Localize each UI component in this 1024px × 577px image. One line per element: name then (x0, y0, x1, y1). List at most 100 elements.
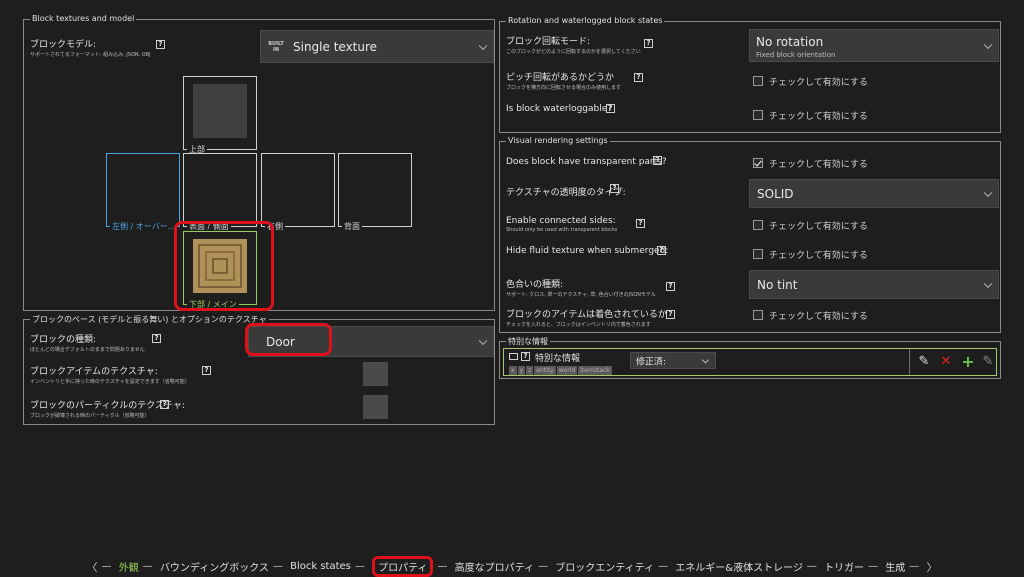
special-info-chips: x y z entity world itemstack (509, 365, 613, 375)
texture-slot-top[interactable]: 上部 (183, 76, 257, 155)
built-in-badge: BUILT IN (268, 41, 284, 53)
edit-pencil-icon[interactable]: ✎ (914, 349, 934, 375)
nav-item-advanced-properties[interactable]: 高度なプロパティ (455, 559, 534, 574)
texture-slot-front[interactable]: 表面 / 側面 (183, 153, 257, 232)
checkbox-box[interactable] (753, 249, 763, 259)
item-tint-label: ブロックのアイテムは着色されているか (506, 310, 667, 320)
nav-item-block-entity[interactable]: ブロックエンティティ (555, 559, 654, 574)
help-icon[interactable]: ? (610, 184, 619, 193)
checkbox-box[interactable] (753, 220, 763, 230)
chip-entity: entity (534, 366, 556, 375)
edit-pencil-icon-secondary[interactable]: ✎ (978, 349, 998, 375)
nav-item-bounding-box[interactable]: バウンディングボックス (160, 559, 269, 574)
nav-item-energy-fluid-storage[interactable]: エネルギー&液体ストレージ (675, 559, 803, 574)
rotation-mode-select[interactable]: No rotation Fixed block orientation (749, 29, 999, 62)
nav-prev-chevron-icon[interactable]: 〈 (87, 559, 98, 575)
help-icon[interactable]: ? (636, 219, 645, 228)
help-icon[interactable]: ? (202, 366, 211, 375)
checkbox-label: チェックして有効にする (769, 160, 868, 170)
texture-slot-left-label: 左側 / オーバー... (110, 221, 178, 232)
block-model-sublabel: サポートされてるフォーマット: 組み込み, JSON, OBJ (30, 52, 151, 58)
block-model-value: Single texture (293, 39, 378, 54)
nav-item-block-states[interactable]: Block states (290, 561, 351, 572)
tint-label-row: 色合いの種類: サポート: クロス, 単一のテクスチャ, 草, 色合い付きのJS… (506, 277, 656, 298)
tint-type-label: 色合いの種類: (506, 280, 564, 290)
help-icon[interactable]: ? (521, 352, 530, 361)
monitor-icon (509, 353, 518, 360)
checkbox-box[interactable] (753, 158, 763, 168)
section-legend: Visual rendering settings (506, 136, 610, 145)
item-texture-label-row: ブロックアイテムのテクスチャ: インベントリと手に持った時のテクスチャを設定でき… (30, 364, 190, 385)
add-plus-icon[interactable]: + (958, 349, 978, 375)
checkbox-label: チェックして有効にする (769, 222, 868, 232)
modifier-select[interactable]: 修正済: (630, 352, 716, 369)
help-icon[interactable]: ? (160, 400, 169, 409)
connected-sides-sublabel: Should only be used with transparent blo… (506, 227, 618, 233)
rotation-mode-value-sub: Fixed block orientation (756, 51, 836, 59)
help-icon[interactable]: ? (634, 73, 643, 82)
connected-sides-label-row: Enable connected sides: Should only be u… (506, 216, 617, 233)
delete-x-icon[interactable]: ✕ (936, 349, 956, 375)
checkbox-label: チェックして有効にする (769, 78, 868, 88)
hide-fluid-label: Hide fluid texture when submerged: (506, 246, 669, 256)
help-icon[interactable]: ? (644, 39, 653, 48)
help-icon[interactable]: ? (657, 246, 666, 255)
chevron-down-icon (983, 279, 993, 288)
rotation-mode-label: ブロック回転モード: (506, 37, 591, 47)
chevron-down-icon (983, 40, 993, 49)
item-tint-sublabel: チェックを入れると、ブロックはインベントリ内で着色されます (506, 322, 651, 328)
rotation-mode-value: No rotation (756, 35, 824, 49)
special-info-title: 特別な情報 (535, 354, 581, 364)
texture-slot-right[interactable]: 右側 (261, 153, 335, 232)
help-icon[interactable]: ? (156, 40, 165, 49)
chip-world: world (556, 366, 578, 375)
block-model-select[interactable]: BUILT IN Single texture (260, 30, 494, 63)
waterloggable-label: Is block waterloggable? (506, 104, 613, 114)
block-type-sublabel: ほとんどの場合デフォルトのままで問題ありません (30, 347, 145, 353)
section-legend: Block textures and model (30, 14, 137, 23)
section-legend: Rotation and waterlogged block states (506, 16, 665, 25)
nav-next-chevron-icon[interactable]: 〉 (926, 559, 937, 575)
rotation-mode-label-row: ブロック回転モード: このブロックがどのように回転するのかを選択してください (506, 34, 641, 55)
pitch-label-row: ピッチ回転があるかどうか ブロックを横方向に回転させる場合のみ使用します (506, 70, 621, 91)
pitch-rotation-label: ピッチ回転があるかどうか (506, 73, 615, 83)
highlight-block-type (245, 323, 332, 356)
nav-item-appearance[interactable]: 外観 (119, 559, 139, 574)
nav-item-triggers[interactable]: トリガー (824, 559, 864, 574)
chip-x: x (509, 366, 517, 375)
help-icon[interactable]: ? (666, 282, 675, 291)
checkbox-box[interactable] (753, 110, 763, 120)
checkbox-box[interactable] (753, 310, 763, 320)
help-icon[interactable]: ? (606, 104, 615, 113)
chip-y: y (517, 366, 526, 375)
modifier-value: 修正済: (636, 357, 667, 367)
chevron-down-icon (478, 41, 488, 50)
rotation-section: Rotation and waterlogged block states ブロ… (499, 16, 1001, 133)
item-texture-slot[interactable] (363, 362, 388, 386)
transparency-type-select[interactable]: SOLID (749, 179, 999, 208)
section-legend: ブロックのベース (モデルと振る舞い) とオプションのテクスチャ (30, 314, 269, 325)
particle-texture-slot[interactable] (363, 395, 388, 419)
texture-slot-left[interactable]: 左側 / オーバー... (106, 153, 180, 232)
nav-item-properties[interactable]: プロパティ (372, 556, 434, 577)
tint-type-value: No tint (757, 277, 798, 292)
transparency-type-label-row: テクスチャの透明度のタイプ: (506, 185, 626, 198)
item-texture-sublabel: インベントリと手に持った時のテクスチャを設定できます（省略可能） (30, 379, 190, 385)
tint-type-select[interactable]: No tint (749, 270, 999, 299)
tint-type-sublabel: サポート: クロス, 単一のテクスチャ, 草, 色合い付きのJSONモデル (506, 292, 656, 298)
wizard-nav: 〈 — 外観 — バウンディングボックス — Block states — プロパティ —… (0, 556, 1024, 577)
pitch-rotation-sublabel: ブロックを横方向に回転させる場合のみ使用します (506, 85, 622, 91)
texture-slot-back-label: 背面 (342, 221, 362, 232)
checkbox-box[interactable] (753, 76, 763, 86)
help-icon[interactable]: ? (653, 156, 662, 165)
block-type-label: ブロックの種類: (30, 335, 97, 345)
chip-itemstack: itemstack (578, 366, 612, 375)
texture-slot-back[interactable]: 背面 (338, 153, 412, 232)
particle-texture-sublabel: ブロックが破壊される時のパーティクル（省略可能） (30, 413, 150, 419)
connected-sides-label: Enable connected sides: (506, 216, 616, 226)
block-model-label-row: ブロックモデル: サポートされてるフォーマット: 組み込み, JSON, OBJ (30, 37, 151, 58)
help-icon[interactable]: ? (666, 310, 675, 319)
fluid-label-row: Hide fluid texture when submerged: (506, 246, 668, 256)
nav-item-generation[interactable]: 生成 (885, 559, 905, 574)
help-icon[interactable]: ? (152, 334, 161, 343)
